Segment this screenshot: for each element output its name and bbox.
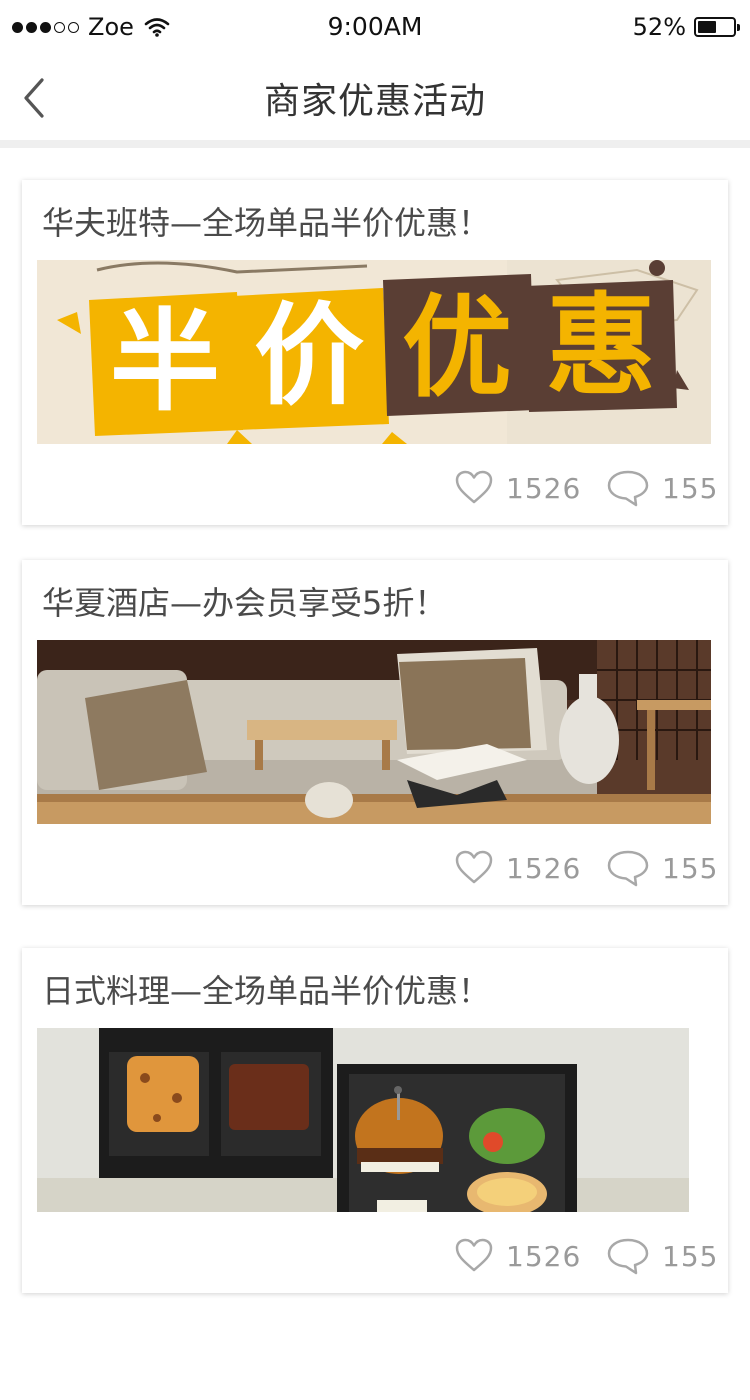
like-button[interactable]: 1526 xyxy=(454,1236,581,1276)
like-button[interactable]: 1526 xyxy=(454,468,581,508)
banner-char: 价 xyxy=(254,292,364,420)
promotion-stats: 1526 155 xyxy=(22,468,728,508)
japanese-cuisine-image xyxy=(37,1028,689,1212)
like-count: 1526 xyxy=(506,471,582,505)
like-count: 1526 xyxy=(506,851,582,885)
comment-button[interactable]: 155 xyxy=(606,1236,718,1276)
half-price-banner-image: 半 价 优 惠 xyxy=(37,260,711,444)
banner-char: 优 xyxy=(402,284,512,412)
promotion-stats: 1526 155 xyxy=(22,1236,728,1276)
promotion-title: 日式料理—全场单品半价优惠！ xyxy=(42,972,491,1010)
heart-icon xyxy=(455,850,493,884)
comment-button[interactable]: 155 xyxy=(606,468,718,508)
like-button[interactable]: 1526 xyxy=(454,848,581,888)
status-bar: Zoe 9:00AM 52% xyxy=(0,0,750,56)
promotion-card[interactable]: 华夫班特—全场单品半价优惠！ 半 价 优 惠 1526 155 xyxy=(22,180,728,525)
promotion-stats: 1526 155 xyxy=(22,848,728,888)
page-title: 商家优惠活动 xyxy=(263,81,486,122)
banner-char: 半 xyxy=(110,298,220,426)
battery-level-fill xyxy=(698,21,716,33)
like-count: 1526 xyxy=(506,1239,582,1273)
battery-nub xyxy=(737,24,740,31)
comment-bubble-icon xyxy=(607,1238,649,1275)
promotion-banner-hotel xyxy=(37,640,711,824)
promotion-card[interactable]: 华夏酒店—办会员享受5折！ 1526 155 xyxy=(22,560,728,905)
navigation-bar: 商家优惠活动 xyxy=(0,56,750,140)
promotion-card[interactable]: 日式料理—全场单品半价优惠！ 1526 155 xyxy=(22,948,728,1293)
header-divider xyxy=(0,140,750,148)
banner-char: 惠 xyxy=(546,282,656,410)
hotel-lounge-image xyxy=(37,640,711,824)
comment-count: 155 xyxy=(662,471,719,505)
comment-count: 155 xyxy=(662,851,719,885)
comment-count: 155 xyxy=(662,1239,719,1273)
battery-area: 52% xyxy=(632,12,740,42)
heart-icon xyxy=(455,470,493,504)
battery-percent: 52% xyxy=(632,13,686,41)
promotion-banner-half-price: 半 价 优 惠 xyxy=(37,260,711,444)
comment-bubble-icon xyxy=(607,850,649,887)
battery-icon xyxy=(694,17,740,37)
promotion-title: 华夫班特—全场单品半价优惠！ xyxy=(42,204,491,242)
promotion-banner-japanese-food xyxy=(37,1028,689,1212)
heart-icon xyxy=(455,1238,493,1272)
comment-button[interactable]: 155 xyxy=(606,848,718,888)
comment-bubble-icon xyxy=(607,470,649,507)
promotion-title: 华夏酒店—办会员享受5折！ xyxy=(42,584,447,622)
